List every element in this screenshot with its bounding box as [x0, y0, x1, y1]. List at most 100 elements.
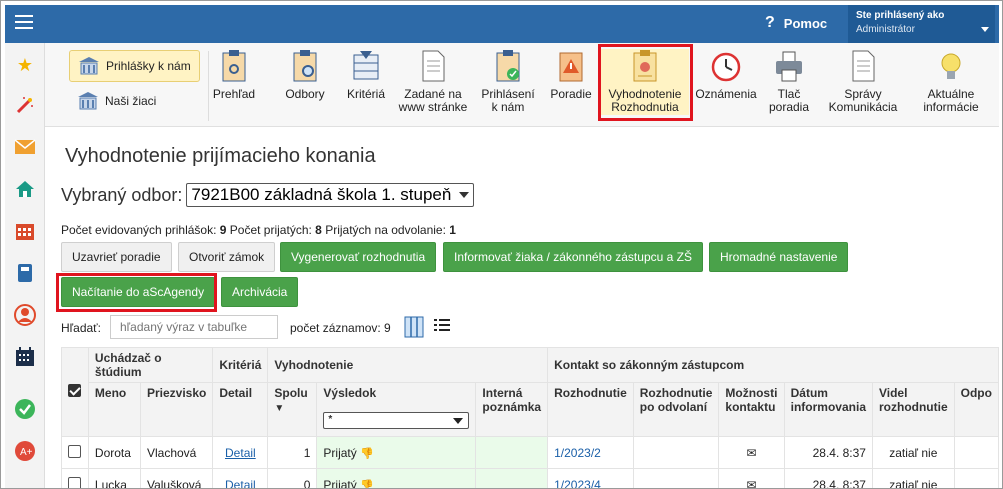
- odbor-row: Vybraný odbor: 7921B00 základná škola 1.…: [61, 183, 475, 207]
- rozhodnutie-link[interactable]: 1/2023/4: [554, 478, 601, 489]
- book-icon[interactable]: [13, 261, 37, 285]
- magic-wand-icon[interactable]: [13, 93, 37, 117]
- help-button[interactable]: ? Pomoc: [765, 14, 827, 32]
- open-lock-button[interactable]: Otvoriť zámok: [178, 242, 276, 272]
- cell-vysledok[interactable]: Prijatý 👎: [316, 436, 477, 469]
- row-checkbox[interactable]: [68, 444, 82, 458]
- clock-icon: [711, 52, 741, 82]
- columns-view-icon[interactable]: [404, 316, 424, 338]
- cell-interna[interactable]: [475, 436, 549, 469]
- user-menu[interactable]: Ste prihlásený ako Administrátor: [848, 5, 995, 43]
- table-row[interactable]: Dorota Vlachová Detail 1 Prijatý 👎 1/202…: [61, 436, 1000, 469]
- detail-link[interactable]: Detail: [225, 446, 256, 460]
- tool-prehlad[interactable]: Prehľad: [207, 49, 261, 101]
- thumbs-down-icon[interactable]: 👎: [360, 480, 374, 489]
- cell-interna[interactable]: [475, 468, 549, 488]
- col-videl[interactable]: Videl rozhodnutie: [871, 382, 955, 437]
- cell-odpoved: [953, 436, 1000, 469]
- home-icon[interactable]: [13, 177, 37, 201]
- envelope-icon[interactable]: ✉: [747, 446, 757, 460]
- grade-icon[interactable]: A+: [13, 439, 37, 463]
- tool-zadane[interactable]: Zadané na www stránke: [395, 49, 471, 114]
- warning-doc-icon: [559, 52, 583, 82]
- tool-oznamenia[interactable]: Oznámenia: [693, 49, 759, 101]
- tool-spravy[interactable]: Správy Komunikácia: [823, 49, 903, 114]
- cell-rozh-odvolanie: [632, 436, 720, 469]
- close-order-button[interactable]: Uzavrieť poradie: [61, 242, 172, 272]
- stats-line: Počet evidovaných prihlášok: 9 Počet pri…: [61, 223, 456, 237]
- col-rozh-odvolanie[interactable]: Rozhodnutie po odvolaní: [632, 382, 720, 437]
- bulk-settings-button[interactable]: Hromadné nastavenie: [709, 242, 849, 272]
- group-header-student: Uchádzač o štúdium: [87, 347, 214, 383]
- tool-label: poradia: [768, 100, 810, 114]
- app-window: ? Pomoc Ste prihlásený ako Administrátor…: [0, 0, 1003, 489]
- top-bar: ? Pomoc Ste prihlásený ako Administrátor: [5, 5, 999, 43]
- search-input[interactable]: [110, 315, 278, 339]
- tool-kriteria[interactable]: Kritériá: [340, 49, 392, 101]
- tool-poradie[interactable]: Poradie: [545, 49, 597, 101]
- applicants-table: Uchádzač o štúdium Kritériá Vyhodnotenie…: [61, 347, 1000, 489]
- col-spolu[interactable]: Spolu ▼: [267, 382, 318, 437]
- table-row[interactable]: Lucka Valušková Detail 0 Prijatý 👎 1/202…: [61, 468, 1000, 489]
- col-meno[interactable]: Meno: [87, 382, 141, 437]
- record-count: počet záznamov: 9: [290, 321, 391, 335]
- tool-label: Prehľad: [212, 87, 256, 101]
- envelope-icon[interactable]: ✉: [747, 478, 757, 489]
- nasi-ziaci-button[interactable]: Naši žiaci: [69, 85, 164, 117]
- cell-vysledok[interactable]: Prijatý 👎: [316, 468, 477, 489]
- menu-icon[interactable]: [15, 15, 33, 29]
- tool-aktualne[interactable]: Aktuálne informácie: [917, 49, 985, 114]
- tool-label: www stránke: [398, 100, 468, 114]
- highlight-vyhodnotenie: [598, 44, 693, 121]
- cell-videl: zatiaľ nie: [871, 468, 955, 488]
- rozhodnutie-link[interactable]: 1/2023/2: [554, 446, 601, 460]
- printer-icon: [776, 51, 802, 82]
- cell-priezvisko: Valušková: [139, 468, 214, 488]
- mail-icon[interactable]: [13, 135, 37, 159]
- user-icon[interactable]: [13, 303, 37, 327]
- clipboard-eye-icon: [222, 50, 246, 82]
- clipboard-search-icon: [293, 50, 317, 82]
- col-datum[interactable]: Dátum informovania: [783, 382, 873, 437]
- building-icon: [78, 92, 98, 110]
- tool-odbory[interactable]: Odbory: [280, 49, 330, 101]
- col-moznosti: Možnosti kontaktu: [718, 382, 785, 437]
- generate-button[interactable]: Vygenerovať rozhodnutia: [280, 242, 437, 272]
- cell-videl: zatiaľ nie: [871, 436, 955, 469]
- tool-tlac[interactable]: Tlač poradia: [765, 49, 813, 114]
- user-role: Administrátor: [856, 24, 915, 35]
- cell-rozhodnutie: 1/2023/2: [547, 436, 634, 469]
- col-odpoved[interactable]: Odpo: [953, 382, 1000, 437]
- inform-button[interactable]: Informovať žiaka / zákonného zástupcu a …: [443, 242, 703, 272]
- schedule-icon[interactable]: [13, 345, 37, 369]
- tool-label: informácie: [923, 100, 979, 114]
- row-checkbox-cell: [61, 468, 89, 488]
- odbor-select[interactable]: 7921B00 základná škola 1. stupeň: [186, 183, 475, 207]
- col-priezvisko[interactable]: Priezvisko: [139, 382, 214, 437]
- stats-label: Prijatých na odvolanie:: [321, 223, 450, 237]
- star-icon[interactable]: ★: [13, 53, 37, 77]
- row-checkbox[interactable]: [68, 476, 82, 488]
- col-spolu-label: Spolu: [274, 386, 308, 400]
- detail-link[interactable]: Detail: [225, 478, 256, 489]
- list-view-icon[interactable]: [434, 318, 450, 332]
- col-rozhodnutie[interactable]: Rozhodnutie: [547, 382, 634, 437]
- odbor-label: Vybraný odbor:: [61, 184, 183, 205]
- tool-label: Kritériá: [346, 87, 385, 101]
- vysledok-value: Prijatý: [323, 445, 357, 460]
- prihlasky-button[interactable]: Prihlášky k nám: [69, 50, 200, 82]
- col-vysledok[interactable]: Výsledok *: [316, 382, 477, 437]
- tool-label: Oznámenia: [695, 87, 757, 101]
- tool-label: Komunikácia: [828, 100, 898, 114]
- thumbs-down-icon[interactable]: 👎: [360, 448, 374, 460]
- clipboard-check-icon: [496, 50, 520, 82]
- stats-label: Počet evidovaných prihlášok:: [61, 223, 220, 237]
- calendar-icon[interactable]: [13, 219, 37, 243]
- check-circle-icon[interactable]: [13, 397, 37, 421]
- col-interna: Interná poznámka: [475, 382, 549, 437]
- tool-prihlaseni[interactable]: Prihlásení k nám: [477, 49, 539, 114]
- select-all-checkbox[interactable]: [68, 384, 82, 397]
- archive-button[interactable]: Archivácia: [221, 277, 299, 307]
- vysledok-filter-select[interactable]: *: [323, 412, 470, 429]
- toolbar: Prihlášky k nám Naši žiaci Prehľad Odbor…: [45, 43, 999, 127]
